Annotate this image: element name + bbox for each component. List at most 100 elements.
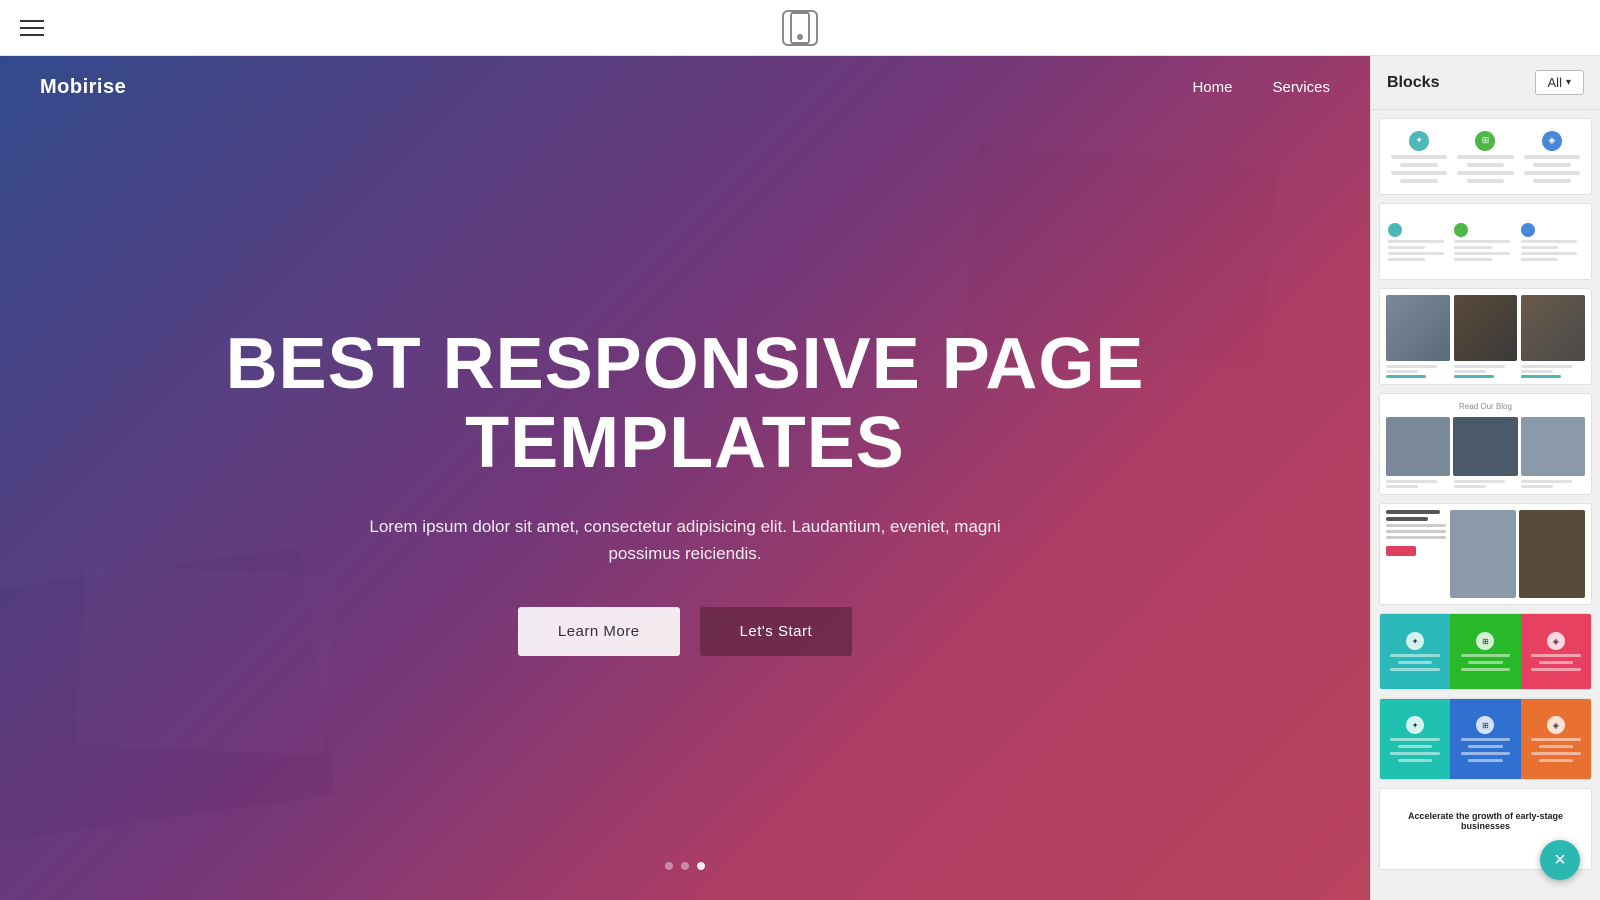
col-cyan: ✦ [1380, 614, 1450, 689]
col-2 [1454, 223, 1516, 261]
tline-5 [1521, 365, 1572, 368]
news-sub-3 [1386, 536, 1446, 539]
nav-link-home[interactable]: Home [1192, 79, 1232, 96]
line-3 [1391, 171, 1447, 175]
col-3 [1521, 223, 1583, 261]
blog-photo-3 [1521, 417, 1585, 476]
teal-line-1 [1390, 738, 1440, 741]
blocks-list: ✦ ⊞ ◈ [1371, 110, 1600, 900]
text-col-2 [1454, 365, 1518, 378]
line-a1 [1388, 240, 1444, 243]
col-line-1a [1390, 654, 1440, 657]
blue-line-2 [1468, 745, 1502, 748]
news-photos [1450, 510, 1585, 598]
dot-icon-1 [1388, 223, 1402, 237]
block-teal-cols[interactable]: ✦ ⊞ ◈ [1379, 698, 1592, 780]
line-10 [1533, 163, 1570, 167]
line-a2 [1388, 246, 1425, 249]
news-sub-1 [1386, 524, 1446, 527]
col-line-3c [1531, 668, 1581, 671]
block-news-split[interactable] [1379, 503, 1592, 605]
filter-button[interactable]: All ▾ [1535, 70, 1584, 95]
block-colored-cols[interactable]: ✦ ⊞ ◈ [1379, 613, 1592, 690]
btline-2 [1386, 485, 1418, 488]
right-panel: Blocks All ▾ ✦ ⊞ [1370, 56, 1600, 900]
link-indicator-1 [1386, 375, 1426, 378]
photo-2 [1454, 295, 1518, 361]
block-features-dots[interactable] [1379, 203, 1592, 280]
col-blue: ⊞ [1450, 699, 1520, 779]
line-a3 [1388, 252, 1444, 255]
dot-icon-2 [1454, 223, 1468, 237]
block-photo-grid[interactable] [1379, 288, 1592, 385]
block-thumb-content-7: ✦ ⊞ ◈ [1380, 699, 1591, 779]
line-b4 [1454, 258, 1491, 261]
text-row [1386, 365, 1585, 378]
line-c1 [1521, 240, 1577, 243]
col-teal: ✦ [1380, 699, 1450, 779]
main-content: Mobirise Home Services BEST RESPONSIVE P… [0, 56, 1600, 900]
blog-photo-1 [1386, 417, 1450, 476]
nav-link-services[interactable]: Services [1272, 79, 1330, 96]
col-green: ⊞ [1450, 614, 1520, 689]
col-1 [1388, 223, 1450, 261]
nav-links: Home Services [1192, 79, 1330, 97]
line-b3 [1454, 252, 1510, 255]
link-indicator-3 [1521, 375, 1561, 378]
dot-2[interactable] [681, 862, 689, 870]
canvas-area: Mobirise Home Services BEST RESPONSIVE P… [0, 56, 1370, 900]
blue-line-1 [1461, 738, 1511, 741]
dot-3[interactable] [697, 862, 705, 870]
block-thumb-content-4: Read Our Blog [1380, 394, 1591, 494]
nav-item-home[interactable]: Home [1192, 79, 1232, 97]
learn-more-button[interactable]: Learn More [518, 607, 680, 656]
block-thumb-content-2 [1380, 204, 1591, 279]
photo-row [1386, 295, 1585, 361]
orange-line-1 [1531, 738, 1581, 741]
block-thumb-content-6: ✦ ⊞ ◈ [1380, 614, 1591, 689]
line-2 [1400, 163, 1437, 167]
block-thumb-content: ✦ ⊞ ◈ [1380, 119, 1591, 194]
top-bar [0, 0, 1600, 56]
mobile-device-icon[interactable] [782, 10, 818, 46]
line-11 [1524, 171, 1580, 175]
line-7 [1457, 171, 1513, 175]
block-features-icons[interactable]: ✦ ⊞ ◈ [1379, 118, 1592, 195]
blog-text-1 [1386, 480, 1450, 488]
orange-line-4 [1539, 759, 1573, 762]
tline-1 [1386, 365, 1437, 368]
text-col-3 [1521, 365, 1585, 378]
line-12 [1533, 179, 1570, 183]
hamburger-menu[interactable] [20, 20, 44, 36]
tline-3 [1454, 365, 1505, 368]
close-button[interactable]: × [1540, 840, 1580, 880]
col-icon-3: ◈ [1547, 632, 1565, 650]
btline-6 [1521, 485, 1553, 488]
orange-line-2 [1539, 745, 1573, 748]
col-icon-1: ✦ [1406, 632, 1424, 650]
line-5 [1457, 155, 1513, 159]
blue-line-4 [1468, 759, 1502, 762]
tline-6 [1521, 370, 1553, 373]
panel-title: Blocks [1387, 74, 1439, 92]
dot-1[interactable] [665, 862, 673, 870]
hero-section: Mobirise Home Services BEST RESPONSIVE P… [0, 56, 1370, 900]
feature-icon-2: ⊞ [1475, 131, 1495, 151]
news-photo-2 [1519, 510, 1585, 598]
col-3: ◈ [1521, 131, 1583, 183]
blog-label: Read Our Blog [1386, 400, 1585, 413]
col-line-2b [1468, 661, 1502, 664]
news-title-1 [1386, 510, 1440, 514]
col-2: ⊞ [1454, 131, 1516, 183]
hero-dots [0, 862, 1370, 900]
blog-text-3 [1521, 480, 1585, 488]
line-c4 [1521, 258, 1558, 261]
nav-item-services[interactable]: Services [1272, 79, 1330, 97]
news-photo-1 [1450, 510, 1516, 598]
marketing-title: Accelerate the growth of early-stage bus… [1390, 811, 1581, 831]
line-8 [1467, 179, 1504, 183]
lets-start-button[interactable]: Let's Start [700, 607, 853, 656]
block-blog-grid[interactable]: Read Our Blog [1379, 393, 1592, 495]
col-orange: ◈ [1521, 699, 1591, 779]
col-red: ◈ [1521, 614, 1591, 689]
